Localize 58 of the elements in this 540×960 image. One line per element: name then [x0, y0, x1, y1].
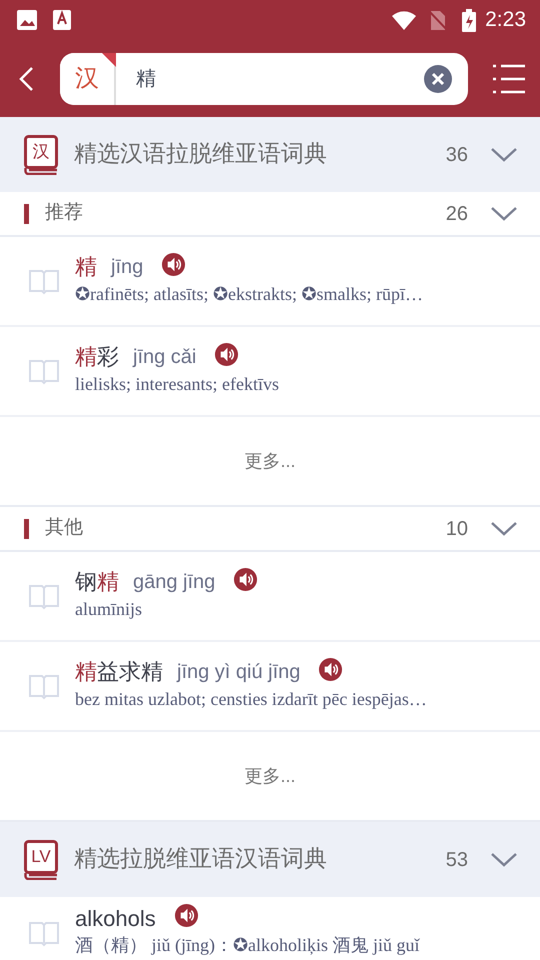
result-count: 36: [446, 142, 468, 168]
section-marker: [24, 518, 29, 538]
speaker-icon[interactable]: [318, 656, 344, 682]
font-notification-icon: [52, 9, 72, 31]
headword: 精彩: [75, 344, 119, 371]
battery-charging-icon: [461, 8, 478, 32]
entry-row[interactable]: alkohols 酒（精） jiǔ (jīng)：✪alkoholiķis 酒鬼 jiǔ guǐ: [0, 897, 540, 960]
close-icon: [424, 64, 452, 92]
wifi-icon: [391, 9, 418, 31]
menu-button[interactable]: [492, 64, 526, 94]
language-switch-button[interactable]: 汉: [60, 52, 116, 104]
entry-row[interactable]: 精 jīng ✪rafinēts; atlasīts; ✪ekstrakts; ✪smalks; rūpī…: [0, 237, 540, 327]
entry-row[interactable]: 精益求精 jīng yì qiú jīng bez mitas uzlabot; censties izdarīt pēc iespējas…: [0, 642, 540, 732]
pinyin: gāng jīng: [133, 570, 216, 594]
definition: alumīnijs: [75, 598, 143, 621]
entry-row[interactable]: 精彩 jīng cǎi lielisks; interesants; efektīvs: [0, 327, 540, 417]
dictionary-title: 精选汉语拉脱维亚语词典: [74, 140, 328, 170]
headword: 精: [75, 254, 97, 281]
back-icon: [18, 66, 36, 92]
headword: alkohols: [75, 906, 156, 932]
open-book-icon: [28, 357, 60, 385]
definition: lielisks; interesants; efektīvs: [75, 372, 279, 396]
section-marker: [24, 204, 29, 224]
pinyin: jīng yì qiú jīng: [177, 660, 300, 684]
clock-time: 2:23: [485, 7, 526, 34]
search-field[interactable]: 汉 精: [60, 52, 468, 104]
chevron-down-icon[interactable]: [490, 146, 518, 162]
more-button[interactable]: 更多...: [238, 762, 302, 790]
definition: bez mitas uzlabot; censties izdarīt pēc iespējas…: [75, 688, 427, 711]
open-book-icon: [28, 672, 60, 700]
image-notification-icon: [16, 9, 38, 31]
result-count: 26: [446, 202, 468, 226]
section-title: 推荐: [45, 201, 84, 226]
speaker-icon[interactable]: [233, 566, 258, 592]
dictionary-title: 精选拉脱维亚语汉语词典: [74, 845, 328, 874]
headword: 精益求精: [75, 659, 163, 686]
menu-icon: [492, 64, 526, 94]
more-button[interactable]: 更多...: [238, 446, 302, 476]
chevron-down-icon[interactable]: [490, 520, 518, 536]
definition: 酒（精） jiǔ (jīng)：✪alkoholiķis 酒鬼 jiǔ guǐ: [75, 934, 420, 958]
headword: 钢精: [75, 569, 119, 596]
back-button[interactable]: [18, 66, 36, 92]
pinyin: jīng: [111, 255, 144, 280]
section-title: 其他: [45, 516, 84, 540]
speaker-icon[interactable]: [174, 903, 199, 928]
result-count: 53: [446, 848, 468, 872]
chevron-down-icon[interactable]: [490, 852, 518, 868]
pinyin: jīng cǎi: [133, 345, 196, 370]
definition: ✪rafinēts; atlasīts; ✪ekstrakts; ✪smalks; rūpī…: [75, 282, 423, 306]
speaker-icon[interactable]: [214, 342, 240, 367]
swap-corner-icon: [102, 52, 116, 66]
result-count: 10: [446, 516, 468, 542]
clear-button[interactable]: [424, 64, 452, 92]
chevron-down-icon[interactable]: [490, 206, 518, 222]
open-book-icon: [28, 582, 60, 610]
entry-row[interactable]: 钢精 gāng jīng alumīnijs: [0, 552, 540, 642]
speaker-icon[interactable]: [161, 252, 186, 277]
open-book-icon: [28, 267, 60, 295]
